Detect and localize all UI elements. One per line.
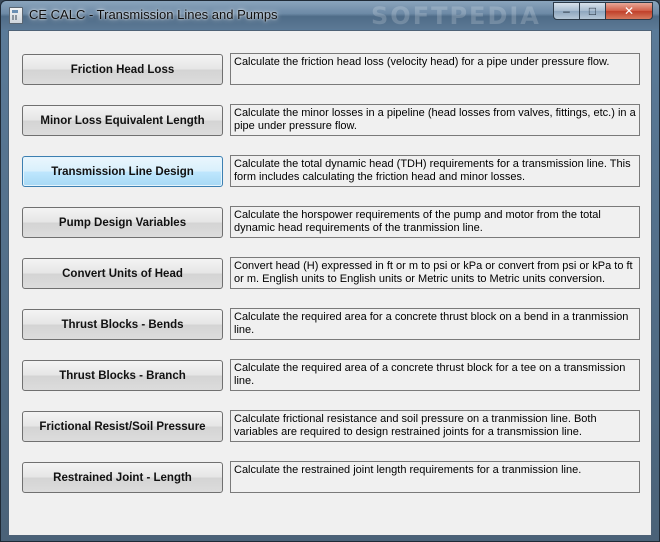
pump-design-variables-button[interactable]: Pump Design Variables bbox=[22, 207, 223, 238]
pump-design-variables-description: Calculate the horspower requirements of … bbox=[230, 206, 640, 238]
frictional-resist-soil-pressure-button[interactable]: Frictional Resist/Soil Pressure bbox=[22, 411, 223, 442]
frictional-resist-soil-pressure-description: Calculate frictional resistance and soil… bbox=[230, 410, 640, 442]
minor-loss-equivalent-length-button[interactable]: Minor Loss Equivalent Length bbox=[22, 105, 223, 136]
transmission-line-design-description: Calculate the total dynamic head (TDH) r… bbox=[230, 155, 640, 187]
convert-units-of-head-button[interactable]: Convert Units of Head bbox=[22, 258, 223, 289]
title-bar[interactable]: CE CALC - Transmission Lines and Pumps S… bbox=[1, 1, 659, 30]
thrust-blocks-branch-button[interactable]: Thrust Blocks - Branch bbox=[22, 360, 223, 391]
thrust-blocks-branch-description: Calculate the required area of a concret… bbox=[230, 359, 640, 391]
friction-head-loss-description: Calculate the friction head loss (veloci… bbox=[230, 53, 640, 85]
watermark: SOFTPEDIA bbox=[371, 2, 541, 30]
transmission-line-design-button[interactable]: Transmission Line Design bbox=[22, 156, 223, 187]
convert-units-of-head-description: Convert head (H) expressed in ft or m to… bbox=[230, 257, 640, 289]
thrust-blocks-bends-description: Calculate the required area for a concre… bbox=[230, 308, 640, 340]
app-window: CE CALC - Transmission Lines and Pumps S… bbox=[0, 0, 660, 542]
friction-head-loss-button[interactable]: Friction Head Loss bbox=[22, 54, 223, 85]
maximize-button[interactable]: □ bbox=[579, 2, 606, 20]
restrained-joint-length-button[interactable]: Restrained Joint - Length bbox=[22, 462, 223, 493]
close-button[interactable]: ✕ bbox=[605, 2, 653, 20]
thrust-blocks-bends-button[interactable]: Thrust Blocks - Bends bbox=[22, 309, 223, 340]
main-panel: Friction Head Loss Calculate the frictio… bbox=[8, 30, 652, 536]
window-title: CE CALC - Transmission Lines and Pumps bbox=[29, 7, 278, 22]
restrained-joint-length-description: Calculate the restrained joint length re… bbox=[230, 461, 640, 493]
minor-loss-equivalent-length-description: Calculate the minor losses in a pipeline… bbox=[230, 104, 640, 136]
minimize-button[interactable]: – bbox=[553, 2, 580, 20]
calculator-app-icon[interactable] bbox=[9, 7, 23, 24]
